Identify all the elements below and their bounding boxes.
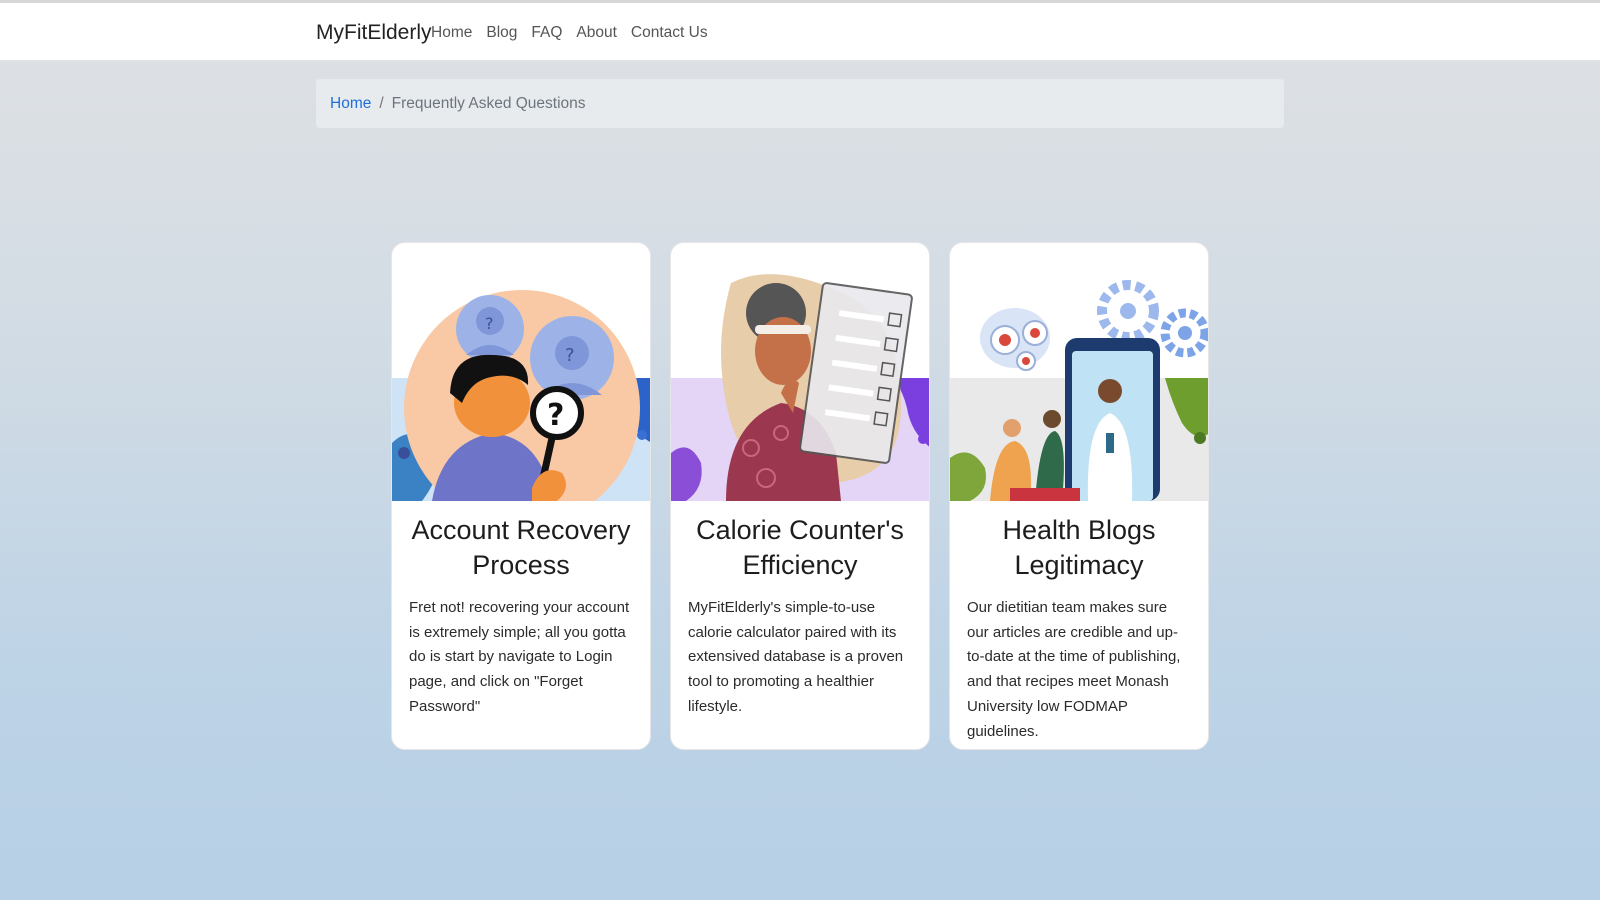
breadcrumb-separator: / [379, 94, 384, 112]
card-title: Calorie Counter's Efficiency [696, 515, 904, 580]
card-text: Fret not! recovering your account is ext… [409, 599, 630, 715]
navbar: MyFitElderly Home Blog FAQ About Contact… [0, 3, 1600, 61]
doctor-phone-illustration [950, 243, 1208, 501]
nav-link-contact[interactable]: Contact Us [631, 24, 708, 42]
nav-link-about[interactable]: About [576, 24, 617, 42]
breadcrumb-current: Frequently Asked Questions [391, 94, 586, 112]
nav-link-faq[interactable]: FAQ [531, 24, 562, 42]
faq-card-account-recovery: ? ? ? Account Recovery Process Fret not!… [391, 242, 651, 750]
account-recovery-illustration: ? ? ? [392, 243, 650, 501]
nav-link-blog[interactable]: Blog [486, 24, 517, 42]
breadcrumb: Home / Frequently Asked Questions [316, 79, 1284, 128]
card-text: MyFitElderly's simple-to-use calorie cal… [688, 599, 904, 715]
svg-text:?: ? [485, 314, 494, 333]
svg-text:?: ? [565, 345, 575, 366]
breadcrumb-home-link[interactable]: Home [330, 95, 371, 113]
card-text: Our dietitian team makes sure our articl… [967, 599, 1181, 740]
faq-card-health-blogs: Health Blogs Legitimacy Our dietitian te… [949, 242, 1209, 750]
nav-link-home[interactable]: Home [431, 24, 472, 42]
calorie-checklist-illustration [671, 243, 929, 501]
svg-text:?: ? [547, 398, 564, 433]
nav-links: Home Blog FAQ About Contact Us [431, 24, 708, 42]
card-title: Health Blogs Legitimacy [1002, 515, 1156, 580]
brand-logo[interactable]: MyFitElderly [316, 21, 432, 45]
card-title: Account Recovery Process [411, 515, 631, 580]
faq-card-calorie-counter: Calorie Counter's Efficiency MyFitElderl… [670, 242, 930, 750]
